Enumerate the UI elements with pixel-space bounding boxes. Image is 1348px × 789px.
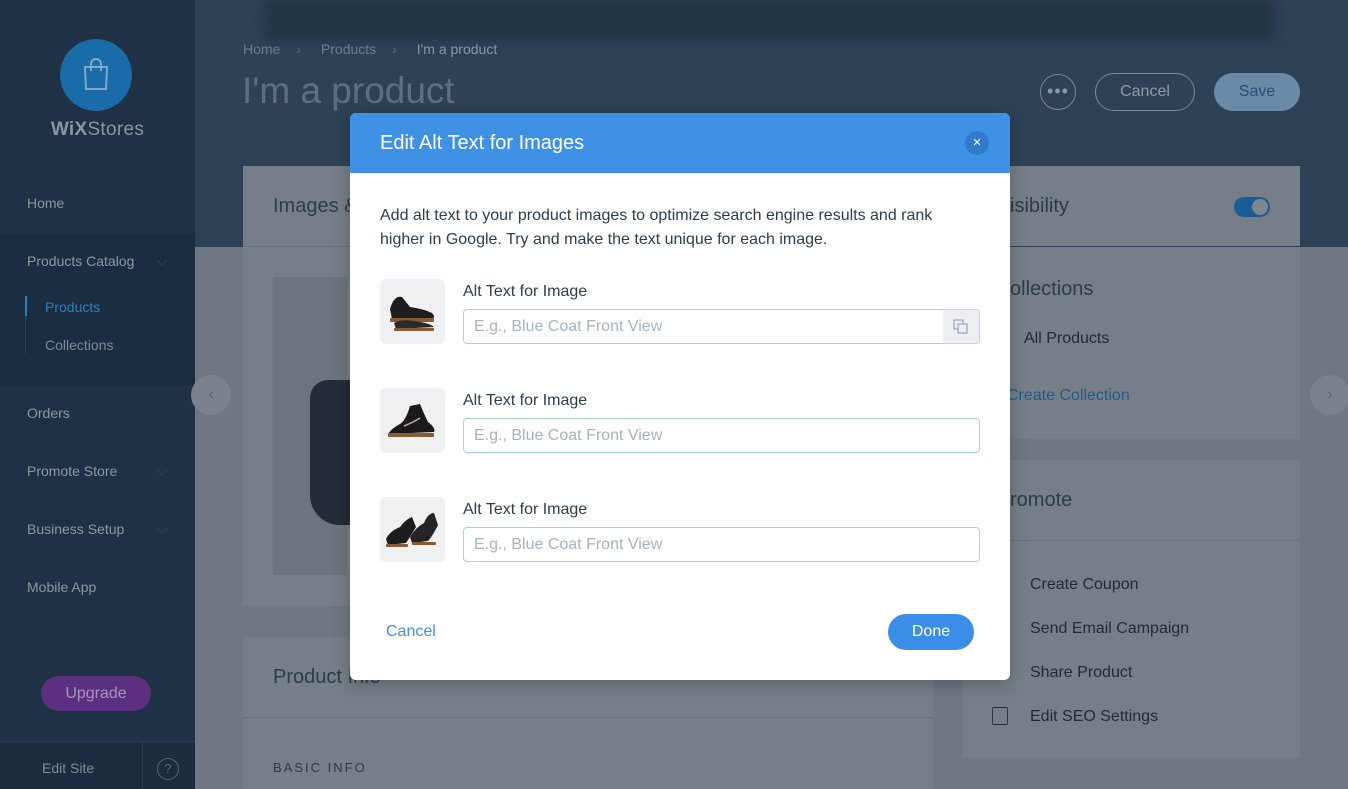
product-image-thumbnail [380, 388, 445, 453]
upgrade-button[interactable]: Upgrade [41, 676, 151, 711]
save-button[interactable]: Save [1214, 73, 1300, 111]
dialog-header: Edit Alt Text for Images × [350, 113, 1010, 173]
dialog-cancel-button[interactable]: Cancel [386, 623, 436, 641]
alt-text-input[interactable] [463, 309, 944, 344]
chevron-left-icon[interactable]: ‹ [191, 375, 231, 415]
brand-stores: Stores [87, 119, 145, 140]
dialog-description: Add alt text to your product images to o… [380, 207, 933, 248]
alt-text-input[interactable] [463, 418, 980, 453]
create-collection-link[interactable]: Create Collection [1007, 387, 1130, 405]
all-products-item[interactable]: All Products [1024, 330, 1109, 348]
collections-card [963, 247, 1300, 439]
collections-heading: ollections [1010, 278, 1094, 300]
alt-text-input[interactable] [463, 527, 980, 562]
product-image-thumbnail [380, 279, 445, 344]
sidebar-item-orders[interactable]: Orders [27, 405, 70, 421]
promote-heading: romote [1010, 489, 1073, 511]
chevron-down-icon [156, 464, 168, 476]
footer-divider [142, 742, 143, 789]
chevron-down-icon [156, 522, 168, 534]
send-email-campaign-item[interactable]: Send Email Campaign [1030, 620, 1189, 638]
shoe-image [390, 296, 434, 331]
product-image-thumbnail [380, 497, 445, 562]
sidebar-footer: Edit Site ? [0, 741, 195, 789]
breadcrumb: Home › Products › I'm a product [243, 41, 513, 57]
basic-info-label: BASIC INFO [273, 760, 367, 775]
breadcrumb-current: I'm a product [416, 41, 498, 57]
shoe-image [386, 513, 438, 547]
chevron-right-icon: › [392, 41, 397, 57]
sidebar-item-business-setup[interactable]: Business Setup [27, 521, 124, 537]
sidebar-item-mobile-app[interactable]: Mobile App [27, 579, 96, 595]
sidebar-item-promote-store[interactable]: Promote Store [27, 463, 117, 479]
share-product-item[interactable]: Share Product [1030, 664, 1132, 682]
more-actions-button[interactable]: ••• [1040, 74, 1076, 110]
sidebar-item-collections[interactable]: Collections [45, 337, 113, 353]
help-icon[interactable]: ? [157, 758, 179, 780]
breadcrumb-products[interactable]: Products [321, 41, 376, 57]
sidebar-item-products-catalog[interactable]: Products Catalog [27, 253, 134, 269]
dialog-title: Edit Alt Text for Images [380, 132, 585, 154]
submenu-active-indicator [25, 296, 27, 316]
done-button[interactable]: Done [888, 614, 974, 650]
alt-text-label: Alt Text for Image [463, 283, 588, 300]
visibility-heading: isibility [1010, 195, 1069, 217]
card-divider [243, 717, 933, 718]
visibility-toggle[interactable] [1234, 197, 1270, 217]
breadcrumb-home[interactable]: Home [243, 41, 280, 57]
sidebar-item-products[interactable]: Products [45, 299, 100, 315]
copy-button[interactable] [943, 309, 980, 344]
cancel-button[interactable]: Cancel [1095, 73, 1195, 111]
seo-icon [992, 707, 1008, 725]
copy-icon [953, 319, 968, 334]
blurred-top-bar [265, 0, 1275, 40]
edit-seo-settings-item[interactable]: Edit SEO Settings [1030, 708, 1158, 726]
alt-text-label: Alt Text for Image [463, 501, 588, 518]
images-card-heading: Images & [273, 195, 358, 217]
sidebar-item-home[interactable]: Home [27, 195, 64, 211]
brand-wix: WiX [50, 119, 88, 140]
page-title: I'm a product [242, 70, 455, 111]
brand-logo-text: WiXStores [0, 119, 195, 141]
sidebar: WiXStores Home Products Catalog Products… [0, 0, 195, 789]
edit-alt-text-dialog: Edit Alt Text for Images × Add alt text … [350, 113, 1010, 680]
create-coupon-item[interactable]: Create Coupon [1030, 576, 1139, 594]
shoe-image [388, 404, 435, 437]
close-icon[interactable]: × [965, 131, 989, 155]
chevron-right-icon[interactable]: › [1310, 375, 1348, 415]
edit-site-link[interactable]: Edit Site [42, 760, 94, 776]
card-divider [963, 540, 1300, 541]
chevron-right-icon: › [296, 41, 302, 57]
alt-text-label: Alt Text for Image [463, 392, 588, 409]
product-image-shoe [310, 380, 350, 525]
store-bag-logo-icon [60, 39, 132, 111]
